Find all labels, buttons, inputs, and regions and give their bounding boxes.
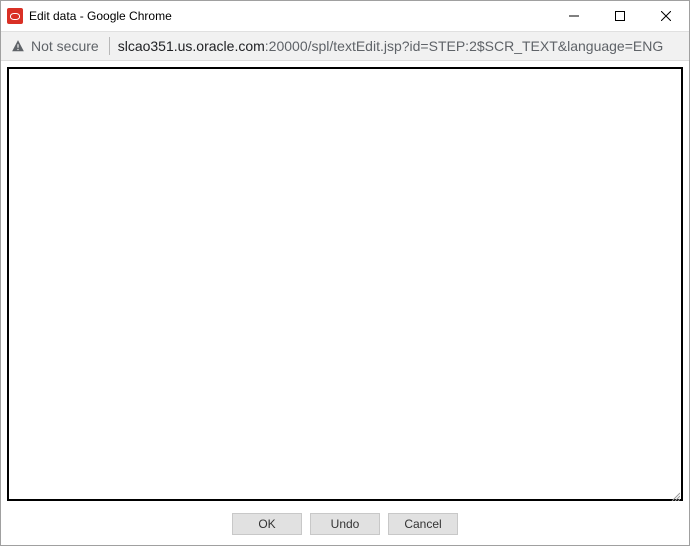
security-label: Not secure — [31, 38, 99, 54]
url-path: :20000/spl/textEdit.jsp?id=STEP:2$SCR_TE… — [265, 38, 663, 54]
text-editor[interactable] — [7, 67, 683, 501]
address-bar[interactable]: Not secure slcao351.us.oracle.com:20000/… — [1, 31, 689, 61]
titlebar: Edit data - Google Chrome — [1, 1, 689, 31]
ok-button[interactable]: OK — [232, 513, 302, 535]
maximize-button[interactable] — [597, 1, 643, 31]
close-icon — [661, 11, 671, 21]
maximize-icon — [615, 11, 625, 21]
close-button[interactable] — [643, 1, 689, 31]
security-indicator[interactable]: Not secure — [11, 37, 110, 55]
url-text: slcao351.us.oracle.com:20000/spl/textEdi… — [118, 38, 664, 54]
page-content: OK Undo Cancel — [1, 61, 689, 545]
oracle-app-icon — [7, 8, 23, 24]
browser-window: Edit data - Google Chrome Not secure slc… — [0, 0, 690, 546]
undo-button[interactable]: Undo — [310, 513, 380, 535]
window-title: Edit data - Google Chrome — [29, 9, 551, 23]
warning-icon — [11, 39, 25, 53]
window-controls — [551, 1, 689, 31]
button-row: OK Undo Cancel — [1, 505, 689, 545]
minimize-button[interactable] — [551, 1, 597, 31]
url-host: slcao351.us.oracle.com — [118, 38, 265, 54]
cancel-button[interactable]: Cancel — [388, 513, 458, 535]
editor-container — [1, 61, 689, 505]
minimize-icon — [569, 11, 579, 21]
